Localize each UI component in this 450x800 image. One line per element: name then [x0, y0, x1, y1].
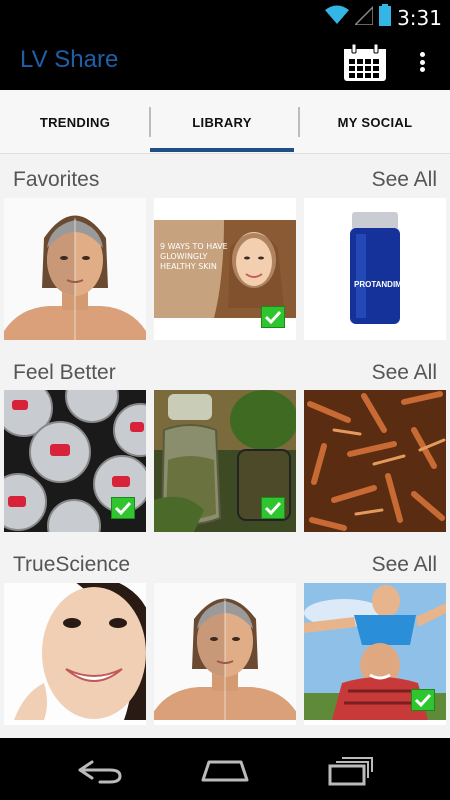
tab-library[interactable]: LIBRARY — [150, 90, 294, 154]
bottle-label: PROTANDIM — [354, 280, 402, 289]
tile-aging-face-comparison[interactable] — [4, 198, 146, 340]
status-bar: 3:31 — [0, 0, 450, 32]
tile-father-son-outdoors[interactable] — [304, 583, 446, 725]
system-nav-bar — [0, 738, 450, 800]
tab-bar: TRENDING LIBRARY MY SOCIAL — [0, 90, 450, 154]
app-bar: LV Share — [0, 32, 450, 90]
overflow-dot — [419, 59, 425, 65]
tile-herbal-jars[interactable] — [154, 390, 296, 532]
article-caption: 9 WAYS TO HAVE GLOWINGLY HEALTHY SKIN — [160, 242, 228, 271]
back-button[interactable] — [70, 750, 130, 790]
recent-apps-button[interactable] — [320, 750, 380, 790]
see-all-favorites-link[interactable]: See All — [372, 168, 437, 192]
tile-healthy-skin-article[interactable]: 9 WAYS TO HAVE GLOWINGLY HEALTHY SKIN — [154, 198, 296, 340]
section-title-feel-better: Feel Better — [13, 361, 116, 384]
recent-apps-icon — [328, 757, 373, 786]
selected-check-icon — [411, 689, 435, 711]
overflow-menu-button[interactable] — [410, 46, 434, 78]
overflow-dot — [419, 52, 425, 57]
see-all-feel-better-link[interactable]: See All — [372, 361, 437, 385]
calendar-button[interactable] — [342, 43, 388, 83]
section-title-truescience: TrueScience — [13, 553, 131, 576]
back-icon — [78, 760, 122, 784]
see-all-truescience-link[interactable]: See All — [372, 553, 437, 577]
selected-check-icon — [261, 497, 285, 519]
home-icon — [201, 760, 249, 782]
signal-icon — [353, 5, 374, 30]
tile-wood-chips[interactable] — [304, 390, 446, 532]
selected-check-icon — [261, 306, 285, 328]
tile-aging-face-comparison-2[interactable] — [154, 583, 296, 725]
calendar-icon — [344, 43, 386, 81]
tile-energy-drink-cans[interactable] — [4, 390, 146, 532]
battery-icon — [379, 4, 392, 31]
status-time: 3:31 — [397, 5, 442, 30]
overflow-dot — [419, 67, 425, 72]
home-button[interactable] — [195, 750, 255, 790]
tab-my-social[interactable]: MY SOCIAL — [300, 90, 450, 154]
tab-trending[interactable]: TRENDING — [0, 90, 150, 154]
tile-protandim-bottle[interactable]: PROTANDIM — [304, 198, 446, 340]
section-title-favorites: Favorites — [13, 168, 100, 191]
wifi-icon — [325, 5, 350, 30]
tile-smiling-woman[interactable] — [4, 583, 146, 725]
selected-check-icon — [111, 497, 135, 519]
app-title: LV Share — [20, 46, 119, 73]
